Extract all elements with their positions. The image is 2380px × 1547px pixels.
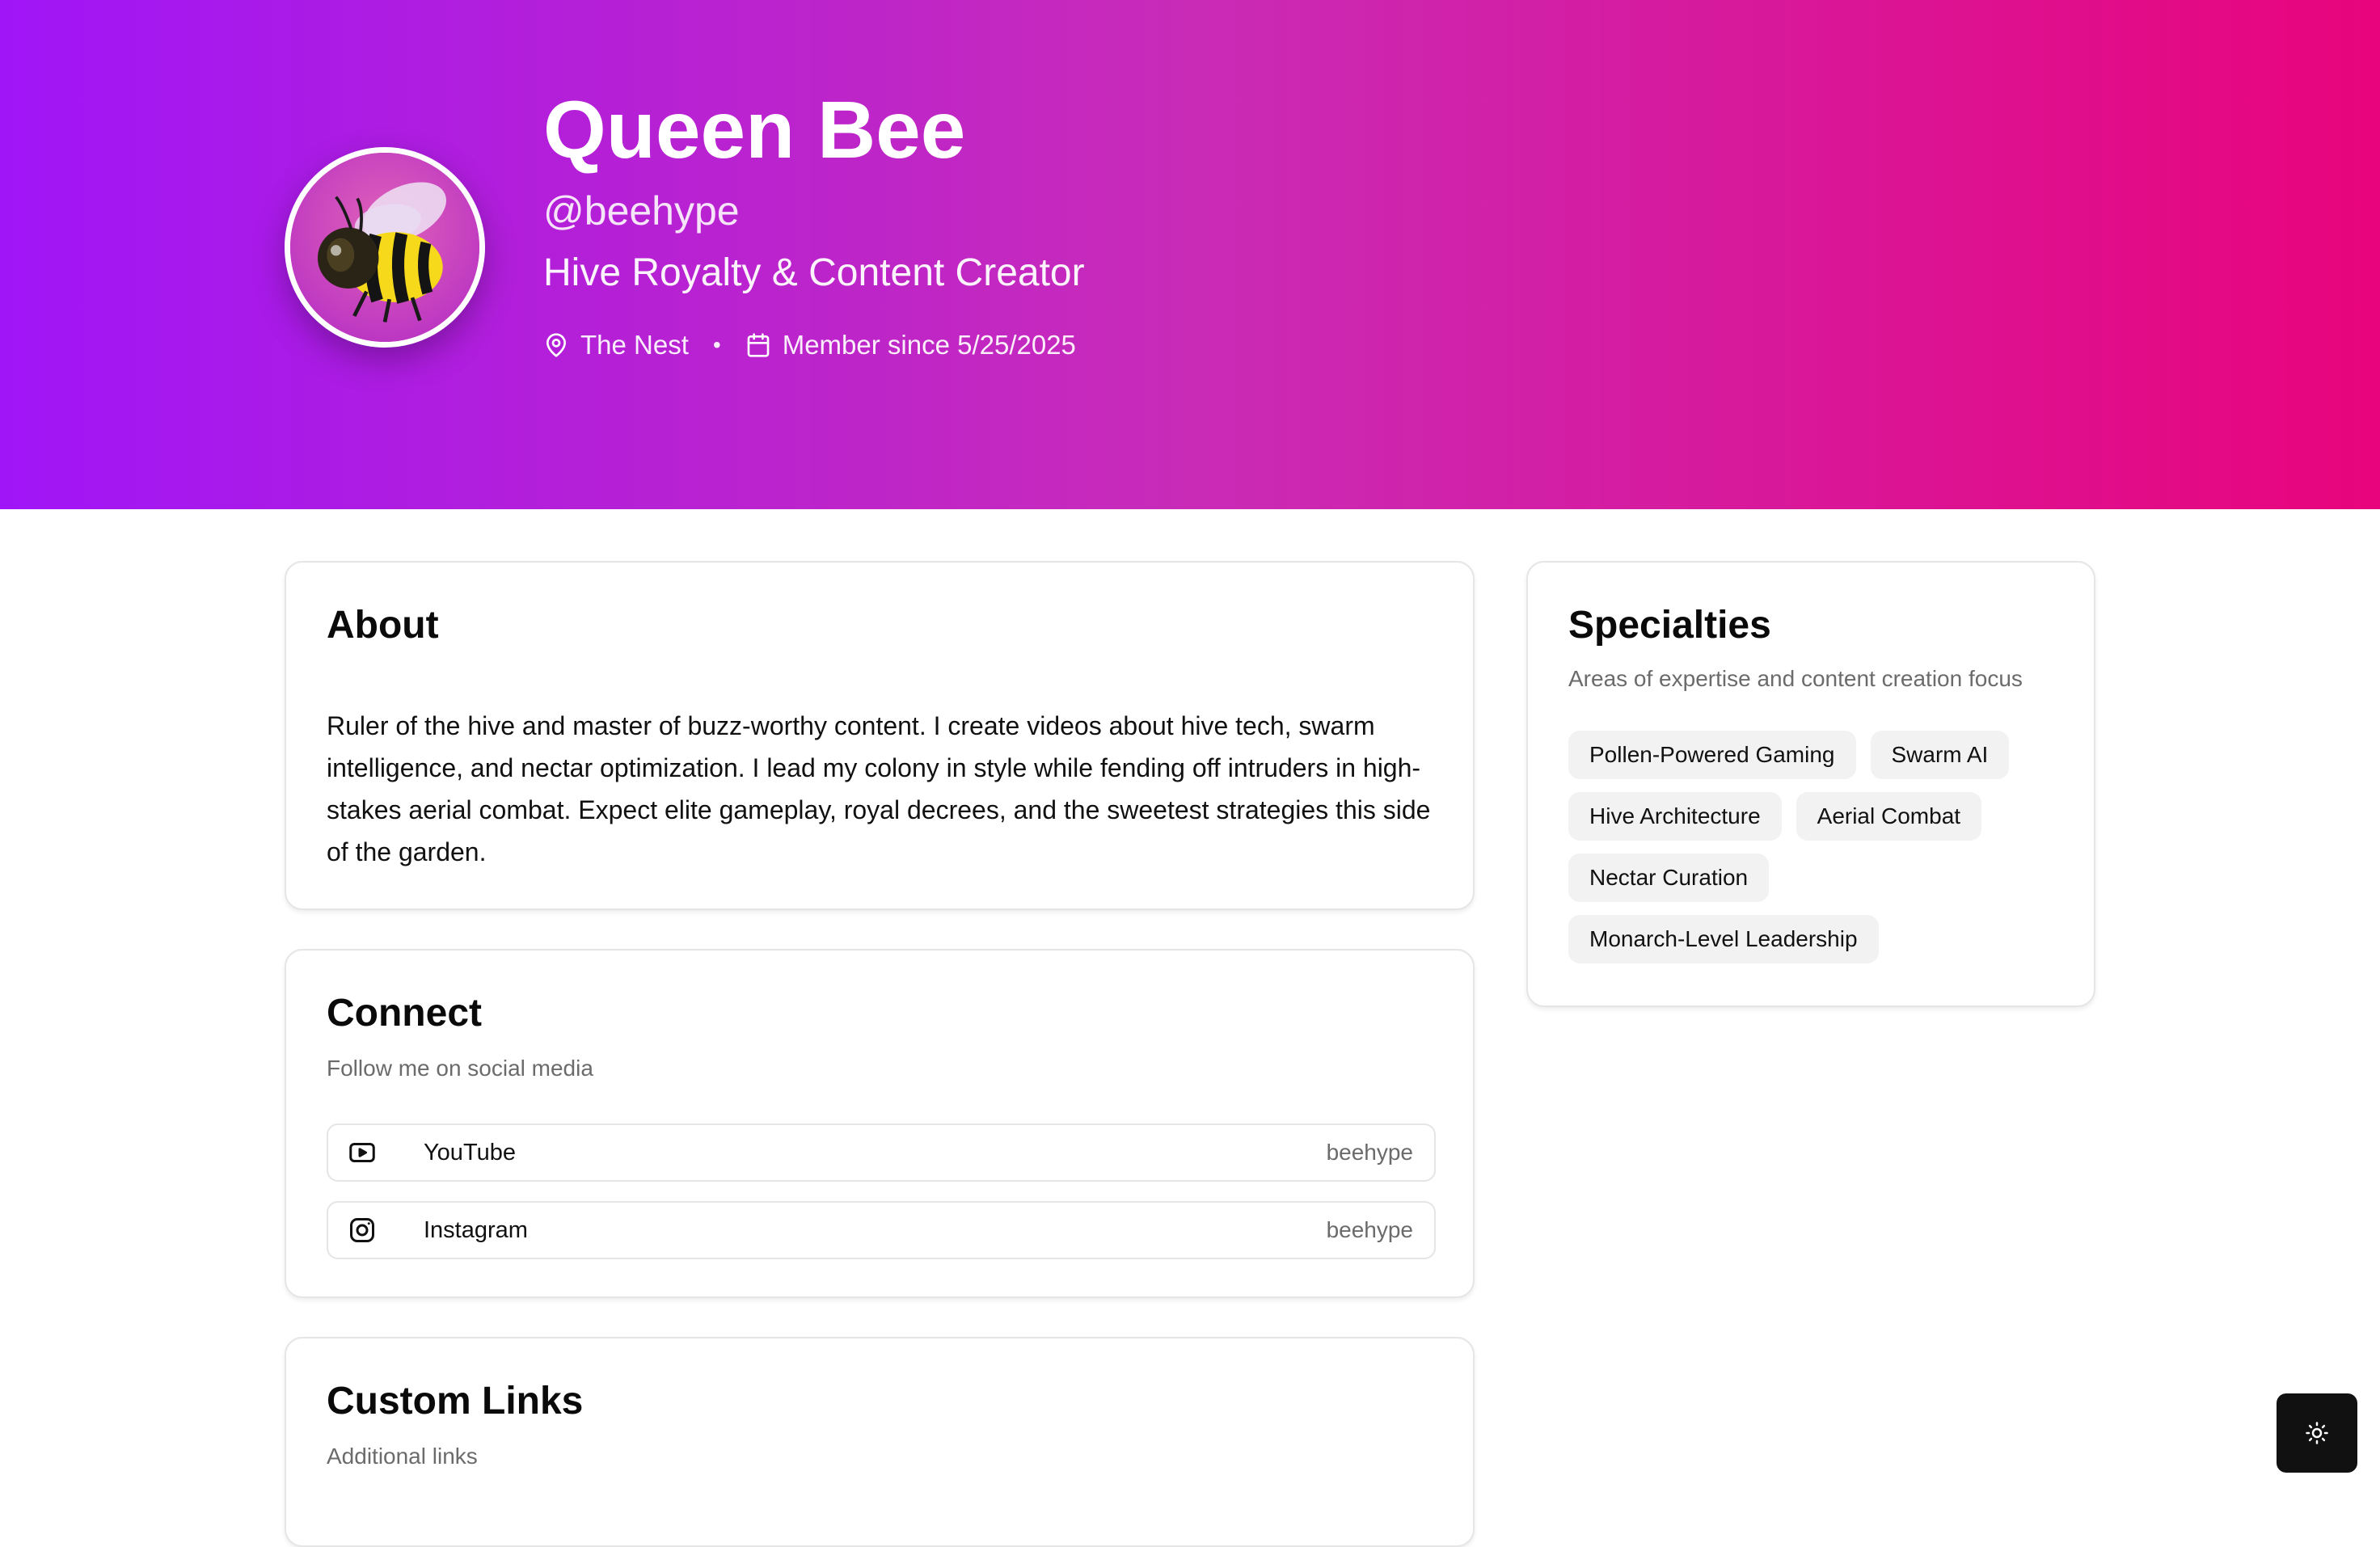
specialties-title: Specialties — [1568, 604, 1771, 647]
member-since-text: Member since 5/25/2025 — [782, 330, 1076, 360]
member-since-item: Member since 5/25/2025 — [745, 330, 1076, 360]
connect-card: Connect Follow me on social media YouTub… — [285, 949, 1475, 1298]
profile-header: Queen Bee @beehype Hive Royalty & Conten… — [0, 0, 2380, 509]
location-item: The Nest — [543, 330, 689, 360]
calendar-icon — [747, 333, 770, 357]
social-platform-name: YouTube — [424, 1139, 516, 1166]
location-text: The Nest — [580, 330, 689, 360]
youtube-icon — [348, 1138, 377, 1167]
custom-links-subtitle: Additional links — [327, 1444, 478, 1469]
sun-icon — [2306, 1422, 2328, 1444]
specialties-card: Specialties Areas of expertise and conte… — [1526, 561, 2095, 1007]
social-platform-name: Instagram — [424, 1216, 528, 1243]
connect-title: Connect — [327, 992, 482, 1035]
specialty-tag: Monarch-Level Leadership — [1568, 915, 1879, 963]
about-title: About — [327, 604, 439, 647]
specialty-tag: Pollen-Powered Gaming — [1568, 731, 1856, 779]
social-username: beehype — [1326, 1140, 1413, 1165]
theme-toggle-button[interactable] — [2277, 1393, 2357, 1473]
bee-avatar — [290, 153, 479, 342]
specialty-tag: Swarm AI — [1870, 731, 2010, 779]
specialty-tag: Hive Architecture — [1568, 792, 1782, 841]
specialty-tags: Pollen-Powered Gaming Swarm AI Hive Arch… — [1568, 731, 2053, 963]
profile-meta: The Nest • Member since 5/25/2025 — [543, 330, 1076, 360]
social-link-youtube[interactable]: YouTube beehype — [327, 1123, 1436, 1182]
custom-links-title: Custom Links — [327, 1380, 584, 1423]
avatar — [285, 147, 485, 348]
about-text: Ruler of the hive and master of buzz-wor… — [327, 711, 1431, 866]
profile-name: Queen Bee — [543, 85, 966, 175]
social-link-instagram[interactable]: Instagram beehype — [327, 1201, 1436, 1259]
instagram-icon — [348, 1216, 377, 1245]
specialties-subtitle: Areas of expertise and content creation … — [1568, 666, 2023, 691]
specialty-tag: Nectar Curation — [1568, 854, 1770, 902]
profile-handle: @beehype — [543, 188, 740, 234]
profile-tagline: Hive Royalty & Content Creator — [543, 251, 1085, 294]
meta-separator: • — [712, 332, 721, 357]
specialty-tag: Aerial Combat — [1796, 792, 1982, 841]
custom-links-card: Custom Links Additional links — [285, 1337, 1475, 1547]
map-pin-icon — [546, 333, 566, 357]
about-card: About Ruler of the hive and master of bu… — [285, 561, 1475, 910]
social-username: beehype — [1326, 1217, 1413, 1242]
connect-subtitle: Follow me on social media — [327, 1056, 593, 1081]
